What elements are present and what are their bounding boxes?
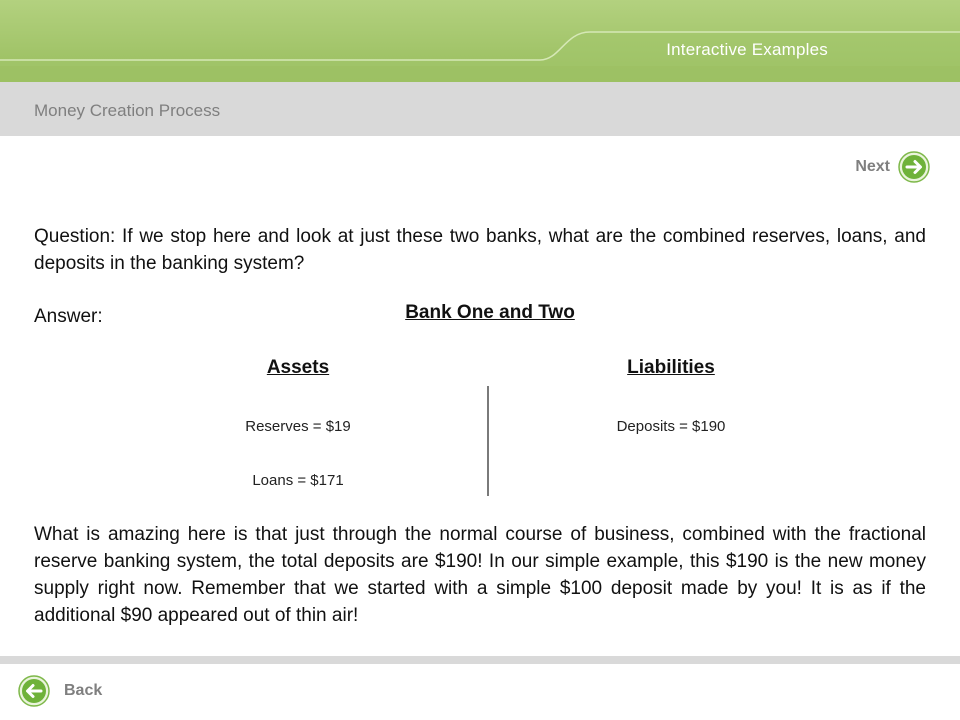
- next-label: Next: [855, 158, 890, 175]
- next-button[interactable]: Next: [855, 150, 930, 184]
- arrow-right-circle-icon: [898, 151, 930, 183]
- section-label: Interactive Examples: [666, 40, 828, 59]
- arrow-left-circle-icon: [18, 675, 50, 707]
- assets-header: Assets: [266, 357, 330, 378]
- t-account-divider: [487, 386, 489, 496]
- liabilities-header: Liabilities: [627, 357, 715, 378]
- back-label: Back: [64, 682, 103, 699]
- answer-label: Answer:: [34, 306, 103, 327]
- question-text: Question: If we stop here and look at ju…: [34, 226, 926, 274]
- footer-divider: [0, 656, 960, 664]
- subheader-bar: Money Creation Process: [0, 82, 960, 136]
- page-title: Money Creation Process: [34, 101, 221, 120]
- back-button[interactable]: Back: [18, 674, 102, 708]
- explanation-text: What is amazing here is that just throug…: [34, 524, 926, 626]
- reserves-value: Reserves = $19: [245, 418, 351, 435]
- header-banner: Interactive Examples: [0, 0, 960, 82]
- loans-value: Loans = $171: [252, 472, 344, 489]
- t-account-title: Bank One and Two: [405, 302, 575, 323]
- deposits-value: Deposits = $190: [616, 418, 726, 435]
